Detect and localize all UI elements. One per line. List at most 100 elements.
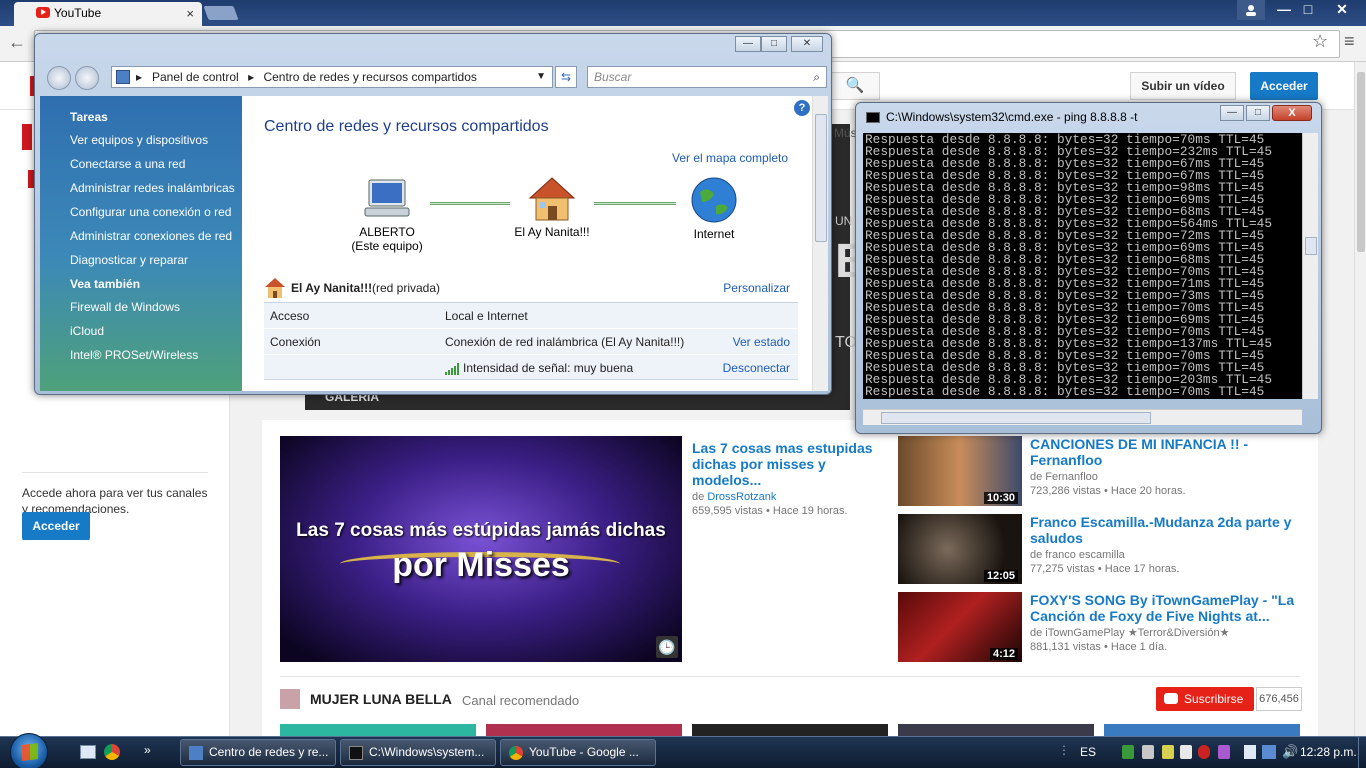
chrome-menu-icon[interactable]: ≡	[1344, 31, 1355, 52]
video-channel[interactable]: de iTownGamePlay ★Terror&Diversión★	[1030, 626, 1300, 640]
new-tab-button[interactable]	[203, 6, 239, 20]
see-also-link[interactable]: Firewall de Windows	[70, 300, 242, 314]
console-horizontal-scrollbar[interactable]	[863, 409, 1302, 425]
task-label: Centro de redes y re...	[209, 745, 329, 759]
row2-thumbnail[interactable]	[692, 724, 888, 736]
language-indicator[interactable]: ES	[1080, 745, 1096, 759]
home-network-node[interactable]: El Ay Nanita!!!	[510, 176, 594, 239]
task-chrome[interactable]: YouTube - Google ...	[500, 739, 656, 766]
row2-thumbnail[interactable]	[486, 724, 682, 736]
row2-thumbnail[interactable]	[1104, 724, 1300, 736]
explorer-maximize-button[interactable]: □	[761, 36, 787, 52]
video-title[interactable]: Franco Escamilla.-Mudanza 2da parte y sa…	[1030, 514, 1300, 546]
tray-icon[interactable]	[1198, 745, 1210, 759]
cmd-maximize-button[interactable]: □	[1246, 105, 1270, 121]
tray-icon[interactable]	[1162, 745, 1174, 759]
signin-button[interactable]: Acceder	[1250, 72, 1318, 100]
task-network-center[interactable]: Centro de redes y re...	[180, 739, 336, 766]
tray-icon[interactable]	[1122, 745, 1134, 759]
task-link[interactable]: Administrar conexiones de red	[70, 229, 242, 243]
task-link[interactable]: Diagnosticar y reparar	[70, 253, 242, 267]
console-vertical-scrollbar[interactable]	[1302, 133, 1318, 399]
subscribe-button[interactable]: Suscribirse	[1156, 687, 1254, 711]
video-title[interactable]: CANCIONES DE MI INFANCIA !! - Fernanfloo	[1030, 436, 1300, 468]
explorer-minimize-button[interactable]: —	[735, 36, 761, 52]
task-cmd[interactable]: C:\Windows\system...	[340, 739, 496, 766]
page-scrollbar[interactable]	[1354, 62, 1366, 736]
row2-thumbnail[interactable]	[898, 724, 1094, 736]
bookmark-star-icon[interactable]: ☆	[1312, 31, 1328, 52]
volume-icon[interactable]: 🔊	[1282, 745, 1298, 759]
watch-later-icon[interactable]: 🕒	[656, 636, 678, 658]
view-status-link[interactable]: Ver estado	[733, 335, 790, 349]
task-link[interactable]: Ver equipos y dispositivos	[70, 133, 242, 147]
console-hscroll-thumb[interactable]	[881, 412, 1151, 424]
channel-name[interactable]: MUJER LUNA BELLA	[310, 691, 452, 707]
nav-more[interactable]: Mús	[834, 126, 857, 140]
network-tray-icon[interactable]	[1262, 745, 1276, 759]
address-dropdown-icon[interactable]: ▼	[536, 67, 546, 87]
featured-title[interactable]: Las 7 cosas mas estupidas dichas por mis…	[692, 440, 892, 488]
full-map-link[interactable]: Ver el mapa completo	[672, 151, 788, 165]
help-icon[interactable]: ?	[794, 100, 810, 116]
internet-node[interactable]: Internet	[676, 176, 752, 241]
featured-channel-link[interactable]: DrossRotzank	[707, 491, 776, 503]
explorer-search-input[interactable]: Buscar ⌕	[587, 66, 827, 88]
chrome-quicklaunch-icon[interactable]	[104, 744, 120, 760]
close-button[interactable]: ✕	[1328, 0, 1356, 20]
video-thumbnail[interactable]: 4:12	[898, 592, 1022, 662]
task-link[interactable]: Conectarse a una red	[70, 157, 242, 171]
side-video-2[interactable]: 12:05 Franco Escamilla.-Mudanza 2da part…	[898, 514, 1318, 584]
console-scroll-thumb[interactable]	[1305, 237, 1317, 255]
back-icon[interactable]: ←	[8, 32, 26, 53]
tab-youtube[interactable]: YouTube ×	[14, 2, 202, 26]
start-button[interactable]	[10, 733, 48, 768]
tray-icon[interactable]	[1142, 745, 1154, 759]
forward-button[interactable]	[75, 66, 99, 90]
video-thumbnail[interactable]: 10:30	[898, 436, 1022, 506]
content-scrollbar-thumb[interactable]	[815, 114, 827, 242]
refresh-button[interactable]: ⇆	[555, 66, 577, 88]
task-link[interactable]: Configurar una conexión o red	[70, 205, 242, 219]
quicklaunch-more[interactable]: »	[144, 743, 151, 757]
sidebar-signin-button[interactable]: Acceder	[22, 512, 90, 540]
user-profile-icon[interactable]	[1237, 0, 1265, 20]
video-channel[interactable]: de franco escamilla	[1030, 548, 1300, 562]
explorer-close-button[interactable]: ✕	[791, 36, 823, 52]
channel-avatar[interactable]	[280, 689, 300, 709]
see-also-link[interactable]: iCloud	[70, 324, 242, 338]
side-video-1[interactable]: 10:30 CANCIONES DE MI INFANCIA !! - Fern…	[898, 436, 1318, 506]
system-clock[interactable]: 12:28 p.m.	[1300, 745, 1357, 759]
console-output[interactable]: Respuesta desde 8.8.8.8: bytes=32 tiempo…	[863, 133, 1302, 399]
search-icon[interactable]: ⌕	[813, 67, 820, 87]
maximize-button[interactable]: □	[1294, 0, 1322, 20]
see-also-link[interactable]: Intel® PROSet/Wireless	[70, 348, 242, 362]
action-center-icon[interactable]	[1244, 745, 1256, 759]
disconnect-link[interactable]: Desconectar	[723, 361, 790, 375]
search-button[interactable]: 🔍	[830, 72, 880, 100]
side-video-3[interactable]: 4:12 FOXY'S SONG By iTownGamePlay - "La …	[898, 592, 1318, 662]
address-bar[interactable]: ▸ Panel de control ▸ Centro de redes y r…	[111, 66, 553, 88]
cmd-minimize-button[interactable]: —	[1220, 105, 1244, 121]
tray-icon[interactable]	[1218, 745, 1230, 759]
content-scrollbar[interactable]	[812, 96, 828, 391]
upload-button[interactable]: Subir un vídeo	[1130, 72, 1236, 100]
cmd-close-button[interactable]: X	[1272, 105, 1312, 121]
breadcrumb-network-center[interactable]: Centro de redes y recursos compartidos	[263, 70, 476, 84]
customize-link[interactable]: Personalizar	[723, 281, 790, 295]
computer-node[interactable]: ALBERTO (Este equipo)	[350, 178, 424, 253]
page-scrollbar-thumb[interactable]	[1357, 72, 1365, 252]
task-link[interactable]: Administrar redes inalámbricas	[70, 181, 242, 195]
back-button[interactable]	[47, 66, 71, 90]
tab-close-icon[interactable]: ×	[186, 6, 194, 21]
video-channel[interactable]: de Fernanfloo	[1030, 470, 1300, 484]
sidebar-item-active[interactable]	[22, 124, 32, 150]
breadcrumb-control-panel[interactable]: Panel de control	[152, 70, 239, 84]
show-desktop-button[interactable]	[1358, 737, 1366, 768]
video-title[interactable]: FOXY'S SONG By iTownGamePlay - "La Canci…	[1030, 592, 1300, 624]
row2-thumbnail[interactable]	[280, 724, 476, 736]
video-thumbnail[interactable]: 12:05	[898, 514, 1022, 584]
tray-icon[interactable]	[1180, 745, 1192, 759]
explorer-quicklaunch-icon[interactable]	[80, 745, 96, 759]
featured-thumbnail[interactable]: Las 7 cosas más estúpidas jamás dichas p…	[280, 436, 682, 662]
